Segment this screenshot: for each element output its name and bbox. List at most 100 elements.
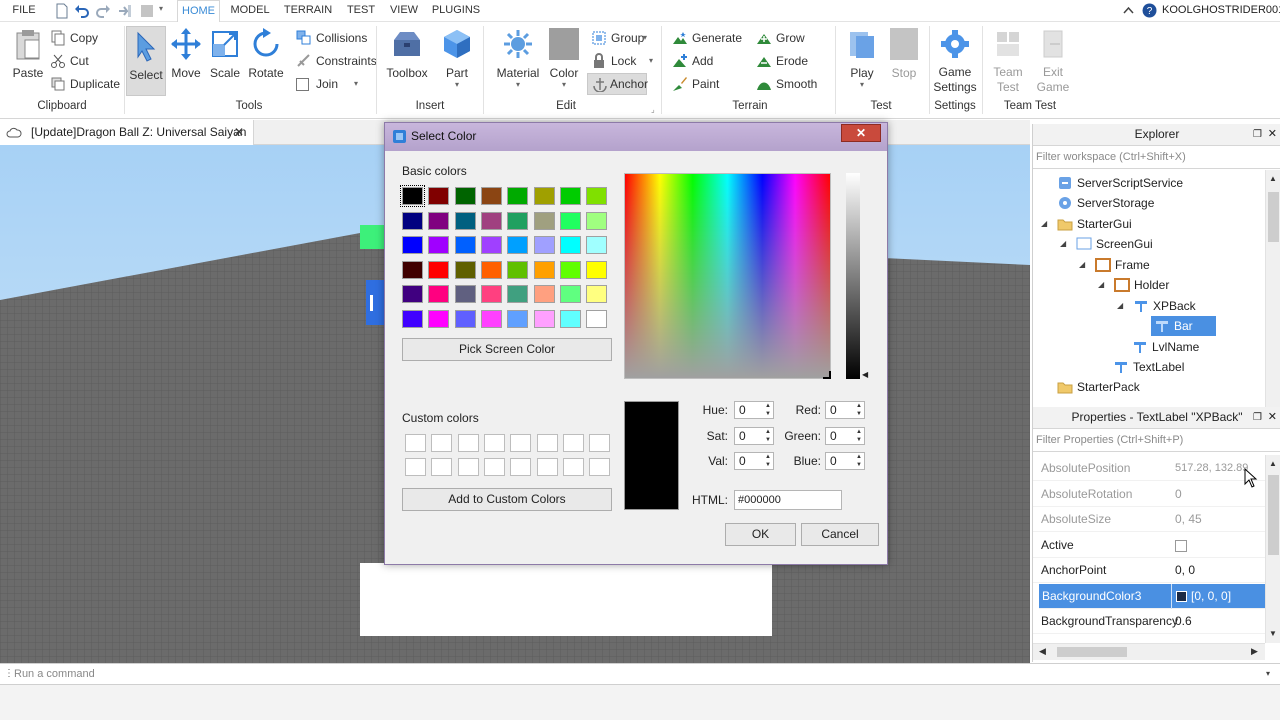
paint-terrain-button[interactable]: Paint: [672, 74, 732, 94]
help-icon[interactable]: ?: [1142, 3, 1157, 18]
properties-scrollbar[interactable]: ▲ ▼: [1265, 455, 1280, 643]
basic-color-swatch[interactable]: [428, 211, 450, 230]
basic-color-swatch[interactable]: [559, 187, 581, 205]
chevron-down-icon[interactable]: ▾: [649, 51, 653, 71]
custom-color-swatch[interactable]: [536, 458, 558, 476]
property-row[interactable]: AbsoluteRotation 0: [1033, 482, 1265, 507]
close-icon[interactable]: ✕: [1268, 407, 1277, 428]
custom-color-swatch[interactable]: [405, 458, 426, 476]
basic-color-swatch[interactable]: [454, 285, 476, 303]
basic-color-swatch[interactable]: [428, 236, 450, 254]
stop-icon[interactable]: [139, 3, 155, 19]
custom-color-swatch[interactable]: [510, 434, 532, 452]
undock-icon[interactable]: ❐: [1253, 407, 1262, 428]
rotate-button[interactable]: Rotate: [246, 28, 286, 84]
command-input[interactable]: Run a command: [14, 664, 95, 685]
menu-model[interactable]: MODEL: [228, 0, 272, 22]
properties-hscrollbar[interactable]: ◀ ▶: [1033, 643, 1265, 660]
basic-color-swatch[interactable]: [402, 309, 423, 328]
menu-view[interactable]: VIEW: [388, 0, 420, 22]
sat-spinbox[interactable]: 0 ▲ ▼: [734, 427, 774, 445]
basic-color-swatch[interactable]: [428, 260, 450, 279]
add-to-custom-colors-button[interactable]: Add to Custom Colors: [402, 488, 612, 511]
basic-color-swatch[interactable]: [428, 187, 450, 205]
collapse-arrow-icon[interactable]: ◢: [1041, 219, 1047, 228]
custom-color-swatch[interactable]: [483, 458, 505, 476]
custom-color-swatch[interactable]: [589, 434, 611, 452]
val-spinbox[interactable]: 0 ▲ ▼: [734, 452, 774, 470]
basic-color-swatch[interactable]: [480, 309, 502, 328]
basic-color-swatch[interactable]: [559, 309, 581, 328]
undo-icon[interactable]: [74, 3, 90, 19]
basic-color-swatch[interactable]: [402, 211, 423, 230]
scale-button[interactable]: Scale: [207, 28, 243, 84]
quick-access-dropdown-icon[interactable]: ▾: [159, 4, 163, 13]
anchor-button[interactable]: Anchor: [587, 73, 648, 95]
join-toggle[interactable]: Join ▾: [296, 74, 360, 94]
smooth-button[interactable]: Smooth: [756, 74, 820, 94]
undock-icon[interactable]: ❐: [1253, 124, 1262, 145]
dialog-titlebar[interactable]: Select Color ✕: [385, 123, 887, 151]
custom-color-swatch[interactable]: [457, 458, 479, 476]
basic-color-swatch[interactable]: [533, 285, 555, 303]
group-button[interactable]: Group ▾: [591, 28, 653, 48]
basic-color-swatch[interactable]: [507, 309, 529, 328]
basic-color-swatch[interactable]: [402, 260, 423, 279]
custom-color-swatch[interactable]: [431, 458, 453, 476]
collapse-arrow-icon[interactable]: ◢: [1060, 239, 1066, 248]
basic-color-swatch[interactable]: [507, 260, 529, 279]
basic-color-swatch[interactable]: [454, 260, 476, 279]
menu-home[interactable]: HOME: [177, 0, 220, 23]
custom-color-swatch[interactable]: [431, 434, 453, 452]
basic-color-swatch[interactable]: [402, 236, 423, 254]
chevron-down-icon[interactable]: ▾: [546, 80, 582, 89]
collapse-arrow-icon[interactable]: ◢: [1117, 301, 1123, 310]
basic-color-swatch[interactable]: [400, 185, 425, 207]
basic-color-swatch[interactable]: [428, 285, 450, 303]
basic-color-swatch[interactable]: [586, 236, 608, 254]
generate-button[interactable]: Generate: [672, 28, 748, 48]
command-bar[interactable]: ⋮ Run a command ▾: [0, 663, 1280, 685]
menu-plugins[interactable]: PLUGINS: [430, 0, 482, 22]
play-button[interactable]: Play ▾: [843, 28, 881, 94]
game-settings-button[interactable]: Game Settings: [932, 28, 978, 98]
add-terrain-button[interactable]: Add: [672, 51, 732, 71]
username[interactable]: KOOLGHOSTRIDER001: [1162, 0, 1280, 22]
ok-button[interactable]: OK: [725, 523, 796, 546]
basic-color-swatch[interactable]: [507, 211, 529, 230]
custom-color-swatch[interactable]: [457, 434, 479, 452]
part-button[interactable]: Part ▾: [438, 28, 476, 89]
basic-color-swatch[interactable]: [586, 260, 608, 279]
scroll-thumb[interactable]: [1268, 192, 1279, 242]
property-row[interactable]: BackgroundTransparency 0.6: [1033, 609, 1265, 634]
basic-color-swatch[interactable]: [586, 285, 608, 303]
basic-color-swatch[interactable]: [480, 187, 502, 205]
basic-color-swatch[interactable]: [533, 236, 555, 254]
join-checkbox[interactable]: [296, 78, 309, 91]
copy-button[interactable]: Copy: [50, 28, 120, 48]
scroll-thumb[interactable]: [1268, 475, 1279, 555]
basic-color-swatch[interactable]: [533, 187, 555, 205]
move-button[interactable]: Move: [168, 28, 204, 84]
basic-color-swatch[interactable]: [507, 187, 529, 205]
scroll-up-icon[interactable]: ▲: [1269, 459, 1277, 468]
chevron-down-icon[interactable]: ▾: [843, 80, 881, 89]
new-file-icon[interactable]: [54, 3, 70, 19]
blue-spinbox[interactable]: 0 ▲ ▼: [825, 452, 865, 470]
basic-color-swatch[interactable]: [454, 187, 476, 205]
basic-color-swatch[interactable]: [559, 285, 581, 303]
properties-filter-input[interactable]: Filter Properties (Ctrl+Shift+P): [1033, 429, 1280, 452]
menu-file[interactable]: FILE: [6, 0, 42, 22]
basic-color-swatch[interactable]: [559, 236, 581, 254]
select-button[interactable]: Select: [126, 26, 166, 96]
basic-color-swatch[interactable]: [507, 236, 529, 254]
chevron-down-icon[interactable]: ▾: [643, 28, 647, 48]
custom-color-swatch[interactable]: [589, 458, 611, 476]
red-spinbox[interactable]: 0 ▲ ▼: [825, 401, 865, 419]
basic-color-swatch[interactable]: [559, 211, 581, 230]
value-slider[interactable]: [846, 173, 860, 379]
custom-color-swatch[interactable]: [536, 434, 558, 452]
tree-item-selected[interactable]: Bar: [1151, 316, 1216, 336]
scroll-up-icon[interactable]: ▲: [1269, 174, 1277, 183]
grow-button[interactable]: Grow: [756, 28, 816, 48]
